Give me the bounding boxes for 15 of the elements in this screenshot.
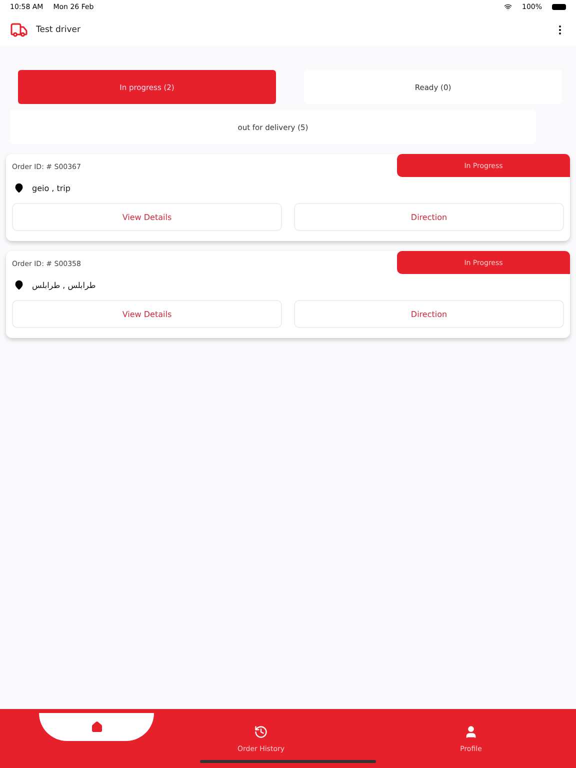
- wifi-icon: [504, 3, 512, 11]
- history-icon: [254, 724, 268, 738]
- direction-button[interactable]: Direction: [294, 203, 564, 231]
- order-address: طرابلس , طرابلس: [32, 280, 96, 290]
- direction-button[interactable]: Direction: [294, 300, 564, 328]
- location-pin-icon: [14, 280, 24, 290]
- view-details-button[interactable]: View Details: [12, 203, 282, 231]
- truck-icon: [10, 21, 28, 39]
- location-pin-icon: [14, 183, 24, 193]
- driver-name: Test driver: [36, 25, 80, 35]
- order-address: geio , trip: [32, 184, 70, 192]
- view-details-button[interactable]: View Details: [12, 300, 282, 328]
- profile-icon: [464, 724, 478, 738]
- home-icon: [90, 721, 102, 733]
- battery-icon: [552, 4, 566, 10]
